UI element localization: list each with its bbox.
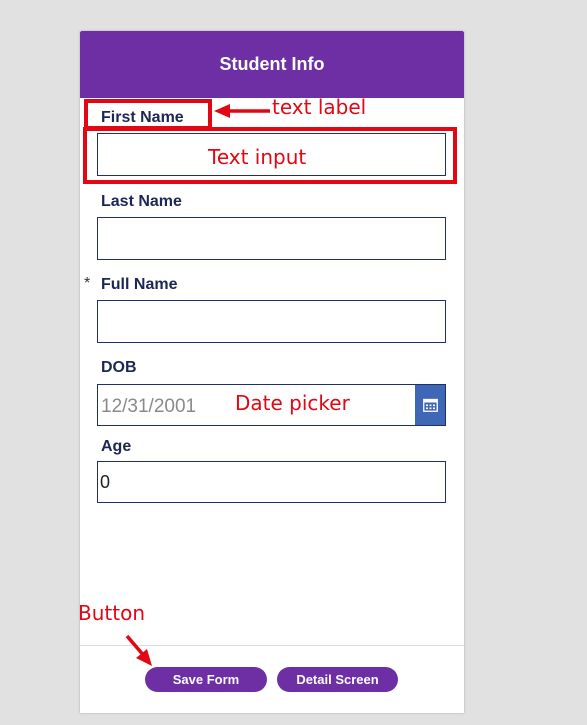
- button-arrow: [125, 634, 152, 666]
- screen: Student Info First Name Last Name * Full…: [0, 0, 587, 725]
- annotation-arrows: [125, 104, 270, 666]
- text-label-arrow: [214, 104, 270, 118]
